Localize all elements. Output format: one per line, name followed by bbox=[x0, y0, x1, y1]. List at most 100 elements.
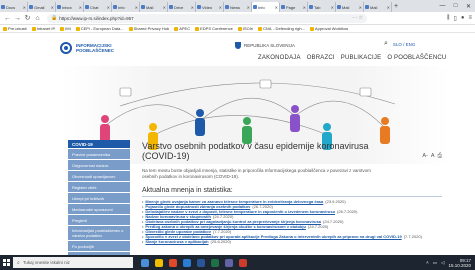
extension-icons: ⫼ ▯ ● ≡ bbox=[447, 15, 472, 22]
excel-icon[interactable] bbox=[211, 258, 219, 267]
volume-icon[interactable]: ◁ bbox=[441, 260, 444, 266]
language-switch[interactable]: SLO / ENG bbox=[393, 42, 416, 47]
list-item: • Stanje koronavirusa v aplikacijah (25.6.… bbox=[142, 239, 442, 244]
browser-tab[interactable]: Page ✕ bbox=[280, 2, 308, 12]
close-tab-icon[interactable]: ✕ bbox=[247, 5, 250, 10]
close-tab-icon[interactable]: ✕ bbox=[219, 5, 222, 10]
nav-item[interactable]: PUBLIKACIJE bbox=[341, 55, 382, 61]
browser-tab[interactable]: Tab ✕ bbox=[308, 2, 336, 12]
menu-icon[interactable]: ≡ bbox=[468, 15, 472, 22]
sidebar-item[interactable]: Odgovornost nadzor. bbox=[68, 159, 130, 170]
tab-favicon-icon bbox=[197, 5, 201, 9]
minimize-button[interactable]: — bbox=[436, 0, 449, 12]
close-tab-icon[interactable]: ✕ bbox=[79, 5, 82, 10]
firefox-icon[interactable] bbox=[169, 258, 177, 267]
browser-tab[interactable]: Info ✕ bbox=[252, 2, 280, 12]
nav-item[interactable]: OBRAZCI bbox=[307, 55, 335, 61]
sidebar-item[interactable]: Obveznosti upravljavcev bbox=[68, 170, 130, 181]
network-icon[interactable]: ▭ bbox=[433, 260, 437, 266]
word-icon[interactable] bbox=[197, 258, 205, 267]
browser-tab[interactable]: Chat ✕ bbox=[84, 2, 112, 12]
browser-tab[interactable]: Inbox ✕ bbox=[56, 2, 84, 12]
browser-tab[interactable]: Mail ✕ bbox=[140, 2, 168, 12]
nav-item[interactable]: O POOBLAŠČENCU bbox=[387, 55, 446, 61]
tab-favicon-icon bbox=[1, 5, 5, 9]
bookmark-item[interactable]: Shared Privacy Hub bbox=[128, 26, 169, 31]
reload-button[interactable]: ↻ bbox=[23, 14, 32, 23]
bookmark-item[interactable]: CEPi - European Data... bbox=[75, 26, 124, 31]
close-tab-icon[interactable]: ✕ bbox=[275, 5, 278, 10]
browser-tab[interactable]: Gmail ✕ bbox=[28, 2, 56, 12]
page-title: Varstvo osebnih podatkov v času epidemij… bbox=[142, 141, 369, 161]
bookmarks-bar: Pre-izkusit Intranet IP IMI CEPi - European… bbox=[0, 25, 475, 33]
sidebar-header[interactable]: COVID-19 bbox=[68, 140, 130, 148]
tray-arrow-icon[interactable]: ˄ bbox=[426, 260, 429, 265]
close-tab-icon[interactable]: ✕ bbox=[51, 5, 54, 10]
browser-tab[interactable]: Docs ✕ bbox=[0, 2, 28, 12]
sidebar-item[interactable]: Mednarodni sporazumi bbox=[68, 203, 130, 214]
bookmark-item[interactable]: IMI bbox=[60, 26, 71, 31]
start-button[interactable] bbox=[0, 255, 12, 270]
browser-tab[interactable]: Mail ✕ bbox=[364, 2, 392, 12]
sidebar-item[interactable]: Pregledi bbox=[68, 214, 130, 225]
bookmark-star-icon[interactable]: ⋯ ☆ bbox=[352, 15, 363, 21]
back-button[interactable]: ← bbox=[3, 14, 12, 23]
sidebar-item[interactable]: Register zbirk bbox=[68, 181, 130, 192]
close-tab-icon[interactable]: ✕ bbox=[23, 5, 26, 10]
crest-icon bbox=[235, 42, 241, 49]
outlook-icon[interactable] bbox=[183, 258, 191, 267]
close-tab-icon[interactable]: ✕ bbox=[387, 5, 390, 10]
maximize-button[interactable]: □ bbox=[449, 0, 462, 12]
font-decrease-button[interactable]: A- bbox=[422, 153, 428, 160]
close-tab-icon[interactable]: ✕ bbox=[163, 5, 166, 10]
bookmark-icon bbox=[128, 26, 133, 31]
close-tab-icon[interactable]: ✕ bbox=[135, 5, 138, 10]
task-view-icon[interactable] bbox=[141, 258, 149, 267]
bookmark-item[interactable]: ISOIn bbox=[237, 26, 253, 31]
search-icon[interactable]: ⌕ bbox=[384, 40, 388, 48]
account-icon[interactable]: ● bbox=[461, 15, 465, 22]
sidebar-item[interactable]: Ukrepi pri kršitvah bbox=[68, 192, 130, 203]
home-button[interactable]: ⌂ bbox=[33, 14, 42, 23]
forward-button[interactable]: → bbox=[13, 14, 22, 23]
app-icon[interactable] bbox=[239, 258, 247, 267]
browser-tab[interactable]: Info ✕ bbox=[112, 2, 140, 12]
bookmark-item[interactable]: CNIL - Defending righ... bbox=[258, 26, 305, 31]
new-tab-button[interactable]: + bbox=[394, 3, 398, 10]
bookmark-label: Approval Workflow bbox=[314, 26, 349, 31]
nav-item[interactable]: ZAKONODAJA bbox=[258, 55, 301, 61]
bookmark-item[interactable]: Intranet IP bbox=[31, 26, 55, 31]
news-link[interactable]: Stanje koronavirusa v aplikacijah bbox=[145, 239, 208, 244]
bookmark-item[interactable]: APEC bbox=[174, 26, 190, 31]
url-field[interactable]: 🔒 https://www.ip-rs.si/index.php?id=957 … bbox=[47, 13, 367, 23]
sidebar-icon[interactable]: ▯ bbox=[454, 15, 457, 22]
gov-label: REPUBLIKA SLOVENIJA bbox=[235, 42, 295, 49]
library-icon[interactable]: ⫼ bbox=[447, 15, 450, 22]
sidebar-item[interactable]: Po področjih bbox=[68, 240, 130, 251]
tab-label: Info bbox=[118, 4, 125, 10]
bookmark-item[interactable]: EDPS Conference bbox=[195, 26, 233, 31]
close-tab-icon[interactable]: ✕ bbox=[359, 5, 362, 10]
browser-tab[interactable]: Mail ✕ bbox=[336, 2, 364, 12]
bookmark-icon bbox=[75, 26, 80, 31]
font-normal-button[interactable]: A bbox=[431, 153, 435, 160]
browser-tab[interactable]: Video ✕ bbox=[196, 2, 224, 12]
sidebar-item[interactable]: Informacijski pooblaščenec o varstvu pod… bbox=[68, 225, 130, 240]
site-logo[interactable]: INFORMACIJSKI POOBLAŠČENEC bbox=[60, 42, 114, 54]
file-explorer-icon[interactable] bbox=[155, 258, 163, 267]
bookmark-item[interactable]: Pre-izkusit bbox=[3, 26, 27, 31]
close-tab-icon[interactable]: ✕ bbox=[191, 5, 194, 10]
browser-tab[interactable]: News ✕ bbox=[224, 2, 252, 12]
taskbar-search[interactable]: ⌕ Tukaj vnesite iskalni niz bbox=[13, 257, 133, 268]
sidebar-item[interactable]: Pravice posameznika bbox=[68, 148, 130, 159]
system-tray: ˄ ▭ ◁ 09:17 15.10.2020 bbox=[426, 258, 475, 268]
close-tab-icon[interactable]: ✕ bbox=[331, 5, 334, 10]
bookmark-item[interactable]: Approval Workflow bbox=[309, 26, 349, 31]
close-tab-icon[interactable]: ✕ bbox=[107, 5, 110, 10]
close-tab-icon[interactable]: ✕ bbox=[303, 5, 306, 10]
close-window-button[interactable]: ✕ bbox=[462, 0, 475, 12]
browser-tab[interactable]: Drive ✕ bbox=[168, 2, 196, 12]
teams-icon[interactable] bbox=[225, 258, 233, 267]
print-icon[interactable]: ⎙ bbox=[438, 153, 442, 160]
clock[interactable]: 09:17 15.10.2020 bbox=[448, 258, 471, 268]
